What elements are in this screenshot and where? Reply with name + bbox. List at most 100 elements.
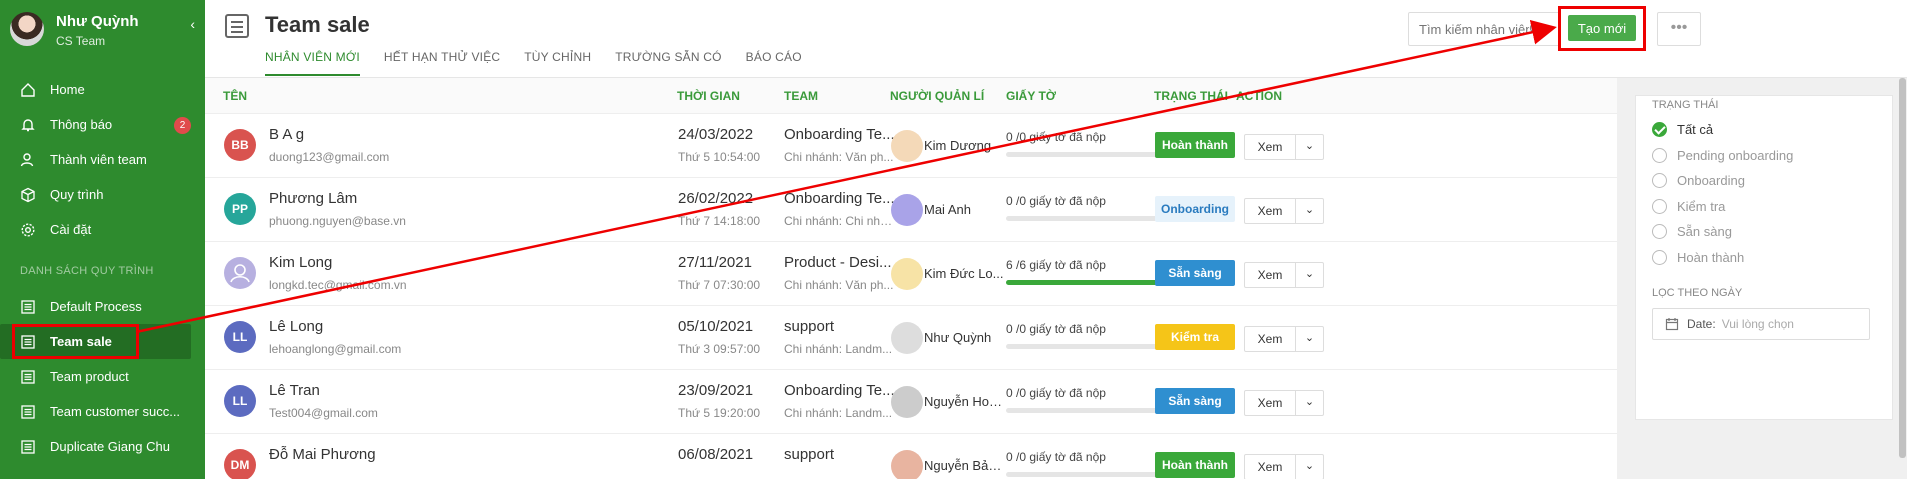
scrollbar[interactable] bbox=[1898, 78, 1907, 479]
more-button[interactable]: ••• bbox=[1657, 12, 1701, 46]
team-name: Onboarding Te... bbox=[784, 382, 895, 399]
view-button[interactable]: Xem bbox=[1245, 199, 1295, 223]
manager-avatar bbox=[891, 450, 923, 479]
flow-item[interactable]: Default Process bbox=[0, 289, 205, 324]
documents-count: 0 /0 giấy tờ đã nộp bbox=[1006, 194, 1106, 208]
view-button[interactable]: Xem bbox=[1245, 135, 1295, 159]
employee-name[interactable]: Phương Lâm bbox=[269, 190, 357, 207]
radio-dot[interactable] bbox=[1652, 122, 1667, 137]
flow-item[interactable]: Team customer succ... bbox=[0, 394, 205, 429]
create-button[interactable]: Tạo mới bbox=[1568, 15, 1636, 41]
table-row[interactable]: Kim Long longkd.tec@gmail.com.vn 27/11/202… bbox=[205, 242, 1617, 306]
dropdown-chevron-icon[interactable]: ⌄ bbox=[1295, 135, 1323, 159]
nav-item-bell[interactable]: Thông báo 2 bbox=[0, 107, 205, 142]
branch-name: Chi nhánh: Landm... bbox=[784, 342, 893, 356]
nav-item-cube[interactable]: Quy trình bbox=[0, 177, 205, 212]
radio-dot[interactable] bbox=[1652, 198, 1667, 214]
list-icon bbox=[21, 334, 35, 349]
documents-progress bbox=[1006, 152, 1166, 157]
tab-1[interactable]: HẾT HẠN THỬ VIỆC bbox=[384, 50, 500, 76]
tab-3[interactable]: TRƯỜNG SẴN CÓ bbox=[615, 50, 721, 76]
table-row[interactable]: PP Phương Lâm phuong.nguyen@base.vn 26/02/2… bbox=[205, 178, 1617, 242]
bell-icon bbox=[21, 118, 35, 131]
view-button-group: Xem ⌄ bbox=[1244, 326, 1324, 352]
flow-item-label: Duplicate Giang Chu bbox=[50, 439, 170, 454]
dropdown-chevron-icon[interactable]: ⌄ bbox=[1295, 455, 1323, 479]
avatar: BB bbox=[224, 129, 256, 161]
status-option[interactable]: Tất cả bbox=[1652, 122, 1713, 137]
flow-item[interactable]: Team product bbox=[0, 359, 205, 394]
documents-count: 6 /6 giấy tờ đã nộp bbox=[1006, 258, 1106, 272]
user-icon bbox=[20, 152, 34, 166]
flow-item[interactable]: Team sale bbox=[0, 324, 191, 359]
dropdown-chevron-icon[interactable]: ⌄ bbox=[1295, 263, 1323, 287]
search-icon[interactable] bbox=[1529, 22, 1543, 36]
gear-icon bbox=[21, 222, 35, 237]
page-header: Team sale NHÂN VIÊN MỚI HẾT HẠN THỬ VIỆC T… bbox=[205, 0, 1907, 78]
view-button[interactable]: Xem bbox=[1245, 327, 1295, 351]
tab-4[interactable]: BÁO CÁO bbox=[746, 50, 802, 76]
manager-name: Nguyễn Hoà... bbox=[924, 394, 1004, 409]
team-name: Onboarding Te... bbox=[784, 126, 895, 143]
avatar bbox=[224, 257, 256, 289]
user-profile[interactable]: Như Quỳnh CS Team ‹ bbox=[0, 0, 205, 60]
tab-2[interactable]: TÙY CHỈNH bbox=[524, 50, 591, 76]
documents-count: 0 /0 giấy tờ đã nộp bbox=[1006, 322, 1106, 336]
table-row[interactable]: DM Đỗ Mai Phương 06/08/2021 support Nguyễn B… bbox=[205, 434, 1617, 479]
dropdown-chevron-icon[interactable]: ⌄ bbox=[1295, 327, 1323, 351]
nav-item-home[interactable]: Home bbox=[0, 72, 205, 107]
start-time: Thứ 7 07:30:00 bbox=[678, 278, 761, 292]
radio-dot[interactable] bbox=[1652, 147, 1667, 163]
radio-dot[interactable] bbox=[1652, 249, 1667, 265]
employee-name[interactable]: Kim Long bbox=[269, 254, 332, 271]
view-button-group: Xem ⌄ bbox=[1244, 454, 1324, 479]
view-button[interactable]: Xem bbox=[1245, 455, 1295, 479]
table-row[interactable]: BB B A g duong123@gmail.com 24/03/2022 Thứ 5… bbox=[205, 114, 1617, 178]
table-row[interactable]: LL Lê Tran Test004@gmail.com 23/09/2021 Thứ … bbox=[205, 370, 1617, 434]
user-team: CS Team bbox=[56, 34, 106, 48]
documents-progress bbox=[1006, 280, 1166, 285]
view-button[interactable]: Xem bbox=[1245, 391, 1295, 415]
nav-item-gear[interactable]: Cài đặt bbox=[0, 212, 205, 247]
employee-name[interactable]: Lê Tran bbox=[269, 382, 320, 399]
search-input[interactable] bbox=[1419, 21, 1529, 37]
documents-progress bbox=[1006, 344, 1166, 349]
start-date: 05/10/2021 bbox=[678, 318, 754, 335]
column-header: TRẠNG THÁI bbox=[1154, 89, 1228, 103]
status-option[interactable]: Pending onboarding bbox=[1652, 147, 1793, 163]
status-option[interactable]: Hoàn thành bbox=[1652, 249, 1744, 265]
status-option[interactable]: Kiểm tra bbox=[1652, 198, 1725, 214]
home-icon bbox=[21, 82, 35, 97]
start-date: 26/02/2022 bbox=[678, 190, 754, 207]
flow-item[interactable]: Duplicate Giang Chu bbox=[0, 429, 205, 464]
radio-dot[interactable] bbox=[1652, 173, 1667, 188]
create-highlight-box: Tạo mới bbox=[1558, 6, 1646, 51]
employee-name[interactable]: Đỗ Mai Phương bbox=[269, 446, 376, 463]
nav-item-label: Quy trình bbox=[50, 187, 104, 202]
tab-0[interactable]: NHÂN VIÊN MỚI bbox=[265, 50, 360, 76]
column-header: TEAM bbox=[784, 89, 818, 103]
table-row[interactable]: LL Lê Long lehoanglong@gmail.com 05/10/2021… bbox=[205, 306, 1617, 370]
start-time: Thứ 3 09:57:00 bbox=[678, 342, 761, 356]
employee-name[interactable]: B A g bbox=[269, 126, 304, 143]
avatar bbox=[10, 12, 44, 46]
manager-name: Nguyễn Bảo... bbox=[924, 458, 1004, 473]
cube-icon bbox=[21, 187, 35, 202]
date-picker[interactable]: Date: Vui lòng chọn bbox=[1652, 308, 1870, 340]
start-time: Thứ 5 19:20:00 bbox=[678, 406, 761, 420]
scrollbar-thumb[interactable] bbox=[1899, 78, 1906, 458]
main-nav: Home Thông báo 2 Thành viên team Quy trình Cà… bbox=[0, 72, 205, 247]
sidebar: Như Quỳnh CS Team ‹ Home Thông báo 2 Thành … bbox=[0, 0, 205, 479]
search-box[interactable] bbox=[1408, 12, 1560, 46]
status-option-label: Onboarding bbox=[1677, 173, 1745, 188]
status-option[interactable]: Onboarding bbox=[1652, 173, 1745, 188]
table-header: TÊN THỜI GIAN TEAM NGƯỜI QUẢN LÍ GIẤY TỜ TRẠN… bbox=[205, 78, 1617, 114]
radio-dot[interactable] bbox=[1652, 224, 1667, 239]
dropdown-chevron-icon[interactable]: ⌄ bbox=[1295, 391, 1323, 415]
employee-name[interactable]: Lê Long bbox=[269, 318, 323, 335]
dropdown-chevron-icon[interactable]: ⌄ bbox=[1295, 199, 1323, 223]
view-button[interactable]: Xem bbox=[1245, 263, 1295, 287]
collapse-sidebar-icon[interactable]: ‹ bbox=[190, 16, 195, 32]
nav-item-user[interactable]: Thành viên team bbox=[0, 142, 205, 177]
status-option[interactable]: Sẵn sàng bbox=[1652, 224, 1732, 239]
